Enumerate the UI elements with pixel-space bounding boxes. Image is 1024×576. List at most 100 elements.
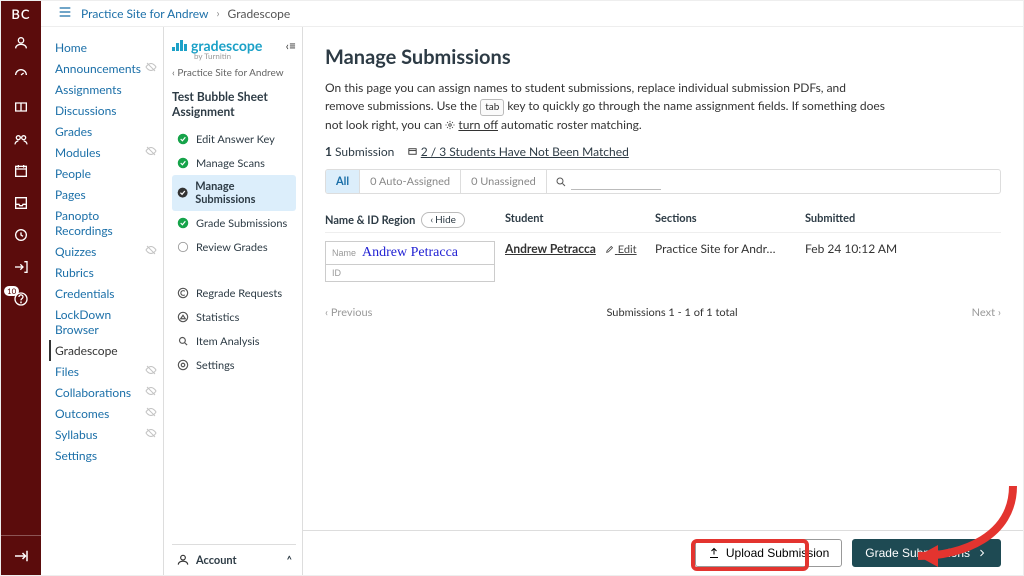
step-status-icon bbox=[176, 186, 189, 200]
upload-icon bbox=[708, 547, 720, 559]
breadcrumb-separator: › bbox=[216, 7, 219, 20]
tab-auto-assigned[interactable]: 0 Auto-Assigned bbox=[360, 170, 461, 193]
course-nav: HomeAnnouncementsAssignmentsDiscussionsG… bbox=[41, 27, 163, 575]
step-status-icon bbox=[176, 156, 190, 170]
unmatched-warning-link[interactable]: 2 / 3 Students Have Not Been Matched bbox=[421, 144, 629, 159]
gradescope-back-link[interactable]: ‹ Practice Site for Andrew bbox=[172, 67, 296, 79]
submitted-cell: Feb 24 10:12 AM bbox=[805, 241, 1001, 256]
course-nav-item[interactable]: Collaborations bbox=[49, 382, 163, 403]
course-nav-item[interactable]: Assignments bbox=[49, 79, 163, 100]
gs-more-item[interactable]: Settings bbox=[172, 353, 296, 377]
course-nav-item[interactable]: Pages bbox=[49, 184, 163, 205]
gradescope-byline: by Turnitin bbox=[194, 51, 296, 61]
search-input[interactable] bbox=[571, 173, 661, 190]
step-status-icon bbox=[176, 216, 190, 230]
commons-icon[interactable] bbox=[1, 251, 41, 283]
warning-icon bbox=[407, 144, 418, 159]
section-cell: Practice Site for Andr… bbox=[655, 241, 805, 256]
course-nav-item[interactable]: Announcements bbox=[49, 58, 163, 79]
edit-link[interactable]: Edit bbox=[605, 243, 637, 256]
step-status-icon bbox=[176, 240, 190, 254]
assignment-name: Test Bubble Sheet Assignment bbox=[172, 89, 296, 119]
gs-step[interactable]: Manage Scans bbox=[172, 151, 296, 175]
course-nav-item[interactable]: Settings bbox=[49, 445, 163, 466]
gs-step[interactable]: Edit Answer Key bbox=[172, 127, 296, 151]
page-title: Manage Submissions bbox=[325, 45, 1001, 69]
page-content: Manage Submissions On this page you can … bbox=[303, 27, 1023, 575]
filter-tabs: All 0 Auto-Assigned 0 Unassigned bbox=[325, 169, 1001, 194]
search-box bbox=[547, 173, 665, 190]
gradescope-bars-icon bbox=[172, 40, 187, 51]
institution-logo[interactable]: BC bbox=[1, 1, 41, 27]
hidden-icon bbox=[145, 61, 157, 76]
pager-prev[interactable]: ‹ Previous bbox=[325, 306, 372, 319]
gs-more-item[interactable]: Item Analysis bbox=[172, 329, 296, 353]
breadcrumb-leaf: Gradescope bbox=[228, 6, 291, 21]
courses-icon[interactable] bbox=[1, 91, 41, 123]
tab-all[interactable]: All bbox=[326, 170, 360, 193]
help-icon[interactable]: 10 bbox=[1, 283, 41, 315]
gs-step[interactable]: Review Grades bbox=[172, 235, 296, 259]
student-link[interactable]: Andrew Petracca bbox=[505, 241, 596, 256]
chevron-up-icon: ˄ bbox=[287, 554, 292, 567]
course-nav-item[interactable]: Quizzes bbox=[49, 241, 163, 262]
dashboard-icon[interactable] bbox=[1, 59, 41, 91]
hidden-icon bbox=[145, 145, 157, 160]
pager: ‹ Previous Submissions 1 - 1 of 1 total … bbox=[325, 306, 1001, 319]
footer-bar: Upload Submission Grade Submissions bbox=[303, 530, 1023, 575]
gs-more-item[interactable]: Regrade Requests bbox=[172, 281, 296, 305]
course-nav-item[interactable]: Modules bbox=[49, 142, 163, 163]
table-header: Name & ID Region ‹ Hide Student Sections… bbox=[325, 212, 1001, 233]
course-nav-item[interactable]: People bbox=[49, 163, 163, 184]
groups-icon[interactable] bbox=[1, 123, 41, 155]
global-nav: BC 10 bbox=[1, 1, 41, 575]
course-nav-item[interactable]: Rubrics bbox=[49, 262, 163, 283]
hidden-icon bbox=[145, 385, 157, 400]
page-description: On this page you can assign names to stu… bbox=[325, 79, 885, 134]
more-item-icon bbox=[176, 334, 190, 348]
gs-more-item[interactable]: Statistics bbox=[172, 305, 296, 329]
course-nav-item[interactable]: Syllabus bbox=[49, 424, 163, 445]
hidden-icon bbox=[145, 406, 157, 421]
calendar-icon[interactable] bbox=[1, 155, 41, 187]
tab-unassigned[interactable]: 0 Unassigned bbox=[461, 170, 547, 193]
course-nav-item[interactable]: Grades bbox=[49, 121, 163, 142]
account-toggle[interactable]: Account ˄ bbox=[172, 544, 296, 575]
help-badge: 10 bbox=[4, 286, 19, 296]
breadcrumb-course-link[interactable]: Practice Site for Andrew bbox=[81, 6, 208, 21]
handwritten-name: Andrew Petracca bbox=[362, 245, 458, 261]
step-status-icon bbox=[176, 132, 190, 146]
course-nav-item[interactable]: Home bbox=[49, 37, 163, 58]
expand-tray-icon[interactable] bbox=[1, 535, 41, 575]
course-nav-item[interactable]: Files bbox=[49, 361, 163, 382]
pager-status: Submissions 1 - 1 of 1 total bbox=[606, 306, 737, 319]
upload-submission-button[interactable]: Upload Submission bbox=[695, 539, 842, 567]
course-nav-item[interactable]: Discussions bbox=[49, 100, 163, 121]
more-item-icon bbox=[176, 286, 190, 300]
course-nav-item[interactable]: Panopto Recordings bbox=[49, 205, 163, 241]
history-icon[interactable] bbox=[1, 219, 41, 251]
more-item-icon bbox=[176, 310, 190, 324]
search-icon bbox=[555, 176, 567, 188]
more-item-icon bbox=[176, 358, 190, 372]
gs-step[interactable]: Grade Submissions bbox=[172, 211, 296, 235]
course-nav-item[interactable]: Credentials bbox=[49, 283, 163, 304]
name-region-card[interactable]: NameAndrew Petracca ID bbox=[325, 241, 495, 282]
account-icon[interactable] bbox=[1, 27, 41, 59]
submission-count: 1 bbox=[325, 144, 332, 159]
table-row: NameAndrew Petracca ID Andrew Petracca E… bbox=[325, 241, 1001, 282]
course-nav-item[interactable]: LockDown Browser bbox=[49, 304, 163, 340]
gs-step[interactable]: Manage Submissions bbox=[172, 175, 296, 211]
course-nav-item[interactable]: Gradescope bbox=[49, 340, 163, 361]
hide-region-button[interactable]: ‹ Hide bbox=[421, 212, 465, 228]
hidden-icon bbox=[145, 427, 157, 442]
grade-submissions-button[interactable]: Grade Submissions bbox=[852, 539, 1001, 567]
turn-off-link[interactable]: turn off bbox=[458, 117, 498, 132]
hamburger-icon[interactable] bbox=[57, 4, 73, 23]
inbox-icon[interactable] bbox=[1, 187, 41, 219]
chevron-right-icon bbox=[976, 547, 988, 559]
course-nav-item[interactable]: Outcomes bbox=[49, 403, 163, 424]
pager-next[interactable]: Next › bbox=[972, 306, 1001, 319]
hidden-icon bbox=[145, 244, 157, 259]
gradescope-panel: gradescope ‹≡ by Turnitin ‹ Practice Sit… bbox=[163, 27, 303, 575]
